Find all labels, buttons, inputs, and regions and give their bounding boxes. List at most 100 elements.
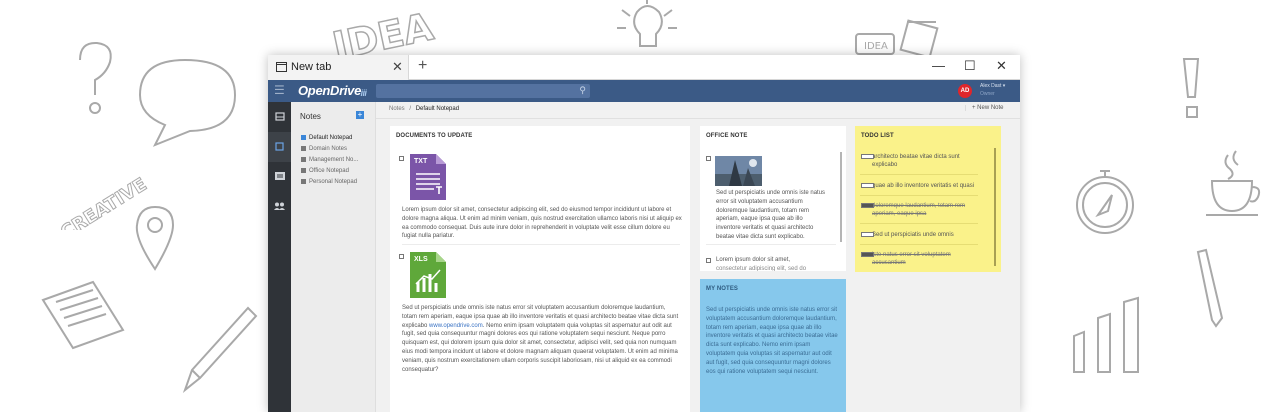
sidebar-item-personal-notepad[interactable]: Personal Notepad xyxy=(301,179,357,185)
sidebar-item-label: Office Notepad xyxy=(309,168,349,174)
todo-card[interactable]: TODO LIST architecto beatae vitae dicta … xyxy=(855,126,1001,272)
todo-item[interactable]: Sed ut perspiciatis unde omnis xyxy=(861,231,979,239)
item-divider xyxy=(706,244,836,245)
search-input[interactable]: ⚲ xyxy=(376,84,590,98)
speech-bubble-doodle xyxy=(135,55,240,154)
logo-accent: ᵢᵢᵢ xyxy=(361,83,367,98)
txt-badge: TXT xyxy=(414,158,428,165)
tab-close-icon[interactable]: ✕ xyxy=(392,60,403,73)
office-note-text-2: Lorem ipsum dolor sit amet, xyxy=(716,257,791,263)
compass-doodle xyxy=(1070,165,1140,244)
card-title: DOCUMENTS TO UPDATE xyxy=(396,133,473,139)
notepad-icon xyxy=(301,135,306,140)
item-checkbox[interactable] xyxy=(399,254,404,259)
tab-page-icon xyxy=(276,62,287,72)
todo-label: Sed ut perspiciatis unde omnis xyxy=(872,232,954,238)
idea-text-doodle: IDEA xyxy=(328,4,440,70)
office-note-text-2-cut: consectetur adipiscing elit, sed do xyxy=(716,266,807,271)
pen-doodle xyxy=(1190,248,1230,332)
todo-divider xyxy=(860,174,978,175)
breadcrumb: Notes / Default Notepad xyxy=(389,106,459,112)
minimize-button[interactable]: — xyxy=(932,59,945,73)
idea-word: IDEA xyxy=(330,10,437,55)
todo-divider xyxy=(860,223,978,224)
new-tab-button[interactable]: + xyxy=(418,58,427,74)
browser-tab[interactable]: New tab ✕ xyxy=(268,55,409,80)
scrollbar[interactable] xyxy=(994,148,996,266)
sidebar-item-label: Default Notepad xyxy=(309,135,353,141)
todo-checkbox[interactable] xyxy=(861,154,874,159)
todo-checkbox[interactable] xyxy=(861,252,874,257)
tab-title: New tab xyxy=(291,61,332,73)
todo-label: iste natus error sit voluptatem accusant… xyxy=(872,252,951,265)
todo-label: quae ab illo inventore veritatis et quas… xyxy=(872,183,975,189)
browser-window: New tab ✕ + — ☐ ✕ ☰ OpenDriveᵢᵢᵢ ⚲ AD Al… xyxy=(268,55,1020,412)
maximize-button[interactable]: ☐ xyxy=(964,59,976,73)
question-mark-doodle xyxy=(70,40,120,124)
sidebar-item-default-notepad[interactable]: Default Notepad xyxy=(301,135,352,141)
sidebar-item-office-notepad[interactable]: Office Notepad xyxy=(301,168,349,174)
todo-item[interactable]: iste natus error sit voluptatem accusant… xyxy=(861,251,979,265)
todo-checkbox[interactable] xyxy=(861,203,874,208)
sidebar-item-management-notes[interactable]: Management No... xyxy=(301,157,358,163)
document-note-text: Sed ut perspiciatis unde omnis iste natu… xyxy=(402,304,682,374)
sidebar-item-domain-notes[interactable]: Domain Notes xyxy=(301,146,347,152)
bar-chart-doodle xyxy=(1068,296,1153,380)
sidebar-title: Notes xyxy=(300,112,321,121)
notes-sidebar: Notes + Default Notepad Domain Notes Man… xyxy=(291,102,376,412)
todo-checkbox[interactable] xyxy=(861,183,874,188)
breadcrumb-separator: / xyxy=(409,106,412,112)
drive-icon[interactable] xyxy=(268,102,291,132)
item-divider xyxy=(402,244,680,245)
breadcrumb-root[interactable]: Notes xyxy=(389,106,405,112)
user-name[interactable]: Alex Dast ▾ xyxy=(980,83,1005,89)
todo-item[interactable]: doloremque laudantium, totam rem aperiam… xyxy=(861,202,979,218)
todo-divider xyxy=(860,244,978,245)
my-notes-text: Sed ut perspiciatis unde omnis iste natu… xyxy=(706,307,838,375)
sidebar-item-label: Domain Notes xyxy=(309,146,348,152)
sidebar-item-label: Personal Notepad xyxy=(309,179,358,185)
lightbulb-doodle xyxy=(612,0,682,62)
documents-card[interactable]: DOCUMENTS TO UPDATE TXT Lorem ipsum dolo… xyxy=(390,126,690,412)
new-note-button[interactable]: + New Note xyxy=(965,105,1004,111)
document-doodle xyxy=(38,280,128,354)
my-notes-card[interactable]: MY NOTES Sed ut perspiciatis unde omnis … xyxy=(700,279,846,412)
todo-label: architecto beatae vitae dicta sunt expli… xyxy=(872,154,960,168)
menu-icon[interactable]: ☰ xyxy=(274,84,285,96)
avatar[interactable]: AD xyxy=(958,84,972,98)
notepad-icon xyxy=(301,179,306,184)
todo-item[interactable]: architecto beatae vitae dicta sunt expli… xyxy=(861,153,979,169)
item-checkbox[interactable] xyxy=(399,156,404,161)
coffee-cup-doodle xyxy=(1200,145,1265,229)
breadcrumb-divider xyxy=(376,118,1020,119)
add-notepad-button[interactable]: + xyxy=(356,111,364,119)
todo-checkbox[interactable] xyxy=(861,232,874,237)
document-note-text: Lorem ipsum dolor sit amet, consectetur … xyxy=(402,207,682,240)
opendrive-logo[interactable]: OpenDriveᵢᵢᵢ xyxy=(298,83,367,98)
logo-text: OpenDrive xyxy=(298,83,362,98)
users-icon[interactable] xyxy=(268,192,291,222)
breadcrumb-current: Default Notepad xyxy=(415,106,460,112)
map-pin-doodle xyxy=(133,203,178,277)
todo-label: doloremque laudantium, totam rem aperiam… xyxy=(872,203,966,217)
exclamation-doodle xyxy=(1178,55,1208,129)
item-checkbox[interactable] xyxy=(706,258,711,263)
notepad-icon xyxy=(301,146,306,151)
office-note-card[interactable]: OFFICE NOTE Sed ut perspiciatis unde omn… xyxy=(700,126,846,271)
office-note-text: Sed ut perspiciatis unde omnis iste natu… xyxy=(716,190,826,240)
close-button[interactable]: ✕ xyxy=(996,59,1007,73)
user-role: Owner xyxy=(980,91,995,97)
card-title: MY NOTES xyxy=(706,286,739,292)
opendrive-link[interactable]: www.opendrive.com xyxy=(429,323,483,329)
notes-icon[interactable] xyxy=(268,132,291,162)
search-icon[interactable]: ⚲ xyxy=(579,85,586,96)
tasks-icon[interactable] xyxy=(268,162,291,192)
card-title: OFFICE NOTE xyxy=(706,133,748,139)
pencil-doodle xyxy=(180,300,260,399)
sidebar-item-label: Management No... xyxy=(309,157,359,163)
scrollbar[interactable] xyxy=(840,152,842,242)
icon-rail xyxy=(268,102,291,412)
todo-item[interactable]: quae ab illo inventore veritatis et quas… xyxy=(861,182,979,190)
xls-file-icon: XLS xyxy=(410,252,446,298)
item-checkbox[interactable] xyxy=(706,156,711,161)
